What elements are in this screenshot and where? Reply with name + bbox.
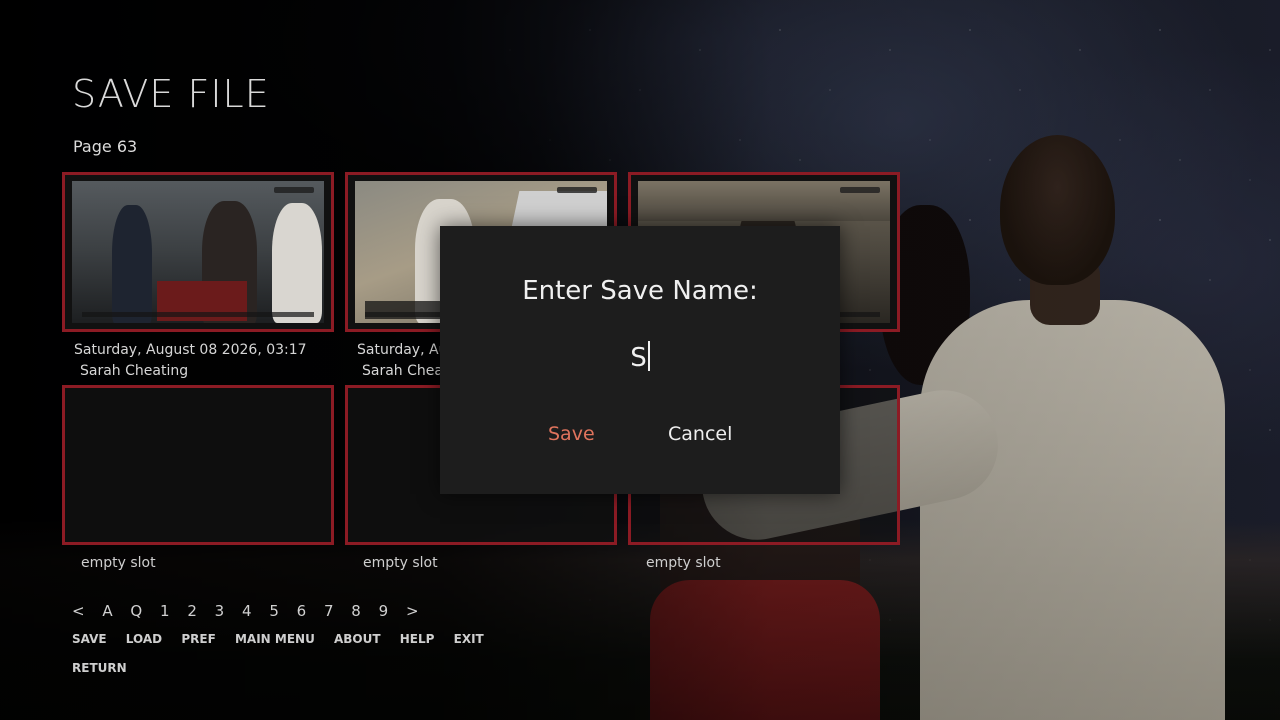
slot-1-date: Saturday, August 08 2026, 03:17	[74, 342, 307, 358]
slot-1-name: Sarah Cheating	[80, 363, 189, 379]
page-title: SAVE FILE	[72, 72, 270, 116]
slot-2-date: Saturday, Au	[357, 342, 448, 358]
page-selector: < A Q 1 2 3 4 5 6 7 8 9 >	[72, 602, 432, 620]
page-9-button[interactable]: 9	[379, 602, 389, 620]
dialog-title: Enter Save Name:	[522, 276, 758, 306]
page-auto-button[interactable]: A	[102, 602, 112, 620]
page-4-button[interactable]: 4	[242, 602, 252, 620]
text-caret	[647, 341, 650, 371]
save-name-input[interactable]: S	[440, 341, 840, 373]
page-7-button[interactable]: 7	[324, 602, 334, 620]
main-navigation: SAVE LOAD PREF MAIN MENU ABOUT HELP EXIT	[72, 632, 499, 646]
save-slot-4[interactable]	[62, 385, 334, 545]
nav-save[interactable]: SAVE	[72, 632, 107, 646]
page-label: Page 63	[73, 137, 138, 156]
slot-thumbnail	[72, 181, 324, 323]
save-name-dialog: Enter Save Name: S Save Cancel	[440, 226, 840, 494]
save-slot-1[interactable]	[62, 172, 334, 332]
slot-6-empty-label: empty slot	[646, 555, 721, 571]
nav-pref[interactable]: PREF	[181, 632, 215, 646]
slot-2-name: Sarah Cheat	[362, 363, 449, 379]
nav-load[interactable]: LOAD	[126, 632, 162, 646]
page-6-button[interactable]: 6	[297, 602, 307, 620]
slot-5-empty-label: empty slot	[363, 555, 438, 571]
page-3-button[interactable]: 3	[215, 602, 225, 620]
page-2-button[interactable]: 2	[187, 602, 197, 620]
page-1-button[interactable]: 1	[160, 602, 170, 620]
page-next-button[interactable]: >	[406, 602, 419, 620]
nav-return[interactable]: RETURN	[72, 661, 127, 675]
page-prev-button[interactable]: <	[72, 602, 85, 620]
secondary-navigation: RETURN	[72, 661, 142, 675]
nav-help[interactable]: HELP	[400, 632, 435, 646]
save-name-value: S	[630, 343, 647, 373]
page-5-button[interactable]: 5	[269, 602, 279, 620]
dialog-save-button[interactable]: Save	[548, 423, 595, 445]
nav-main-menu[interactable]: MAIN MENU	[235, 632, 315, 646]
dialog-cancel-button[interactable]: Cancel	[668, 423, 732, 445]
nav-exit[interactable]: EXIT	[454, 632, 484, 646]
page-quick-button[interactable]: Q	[130, 602, 142, 620]
page-8-button[interactable]: 8	[351, 602, 361, 620]
nav-about[interactable]: ABOUT	[334, 632, 381, 646]
slot-4-empty-label: empty slot	[81, 555, 156, 571]
